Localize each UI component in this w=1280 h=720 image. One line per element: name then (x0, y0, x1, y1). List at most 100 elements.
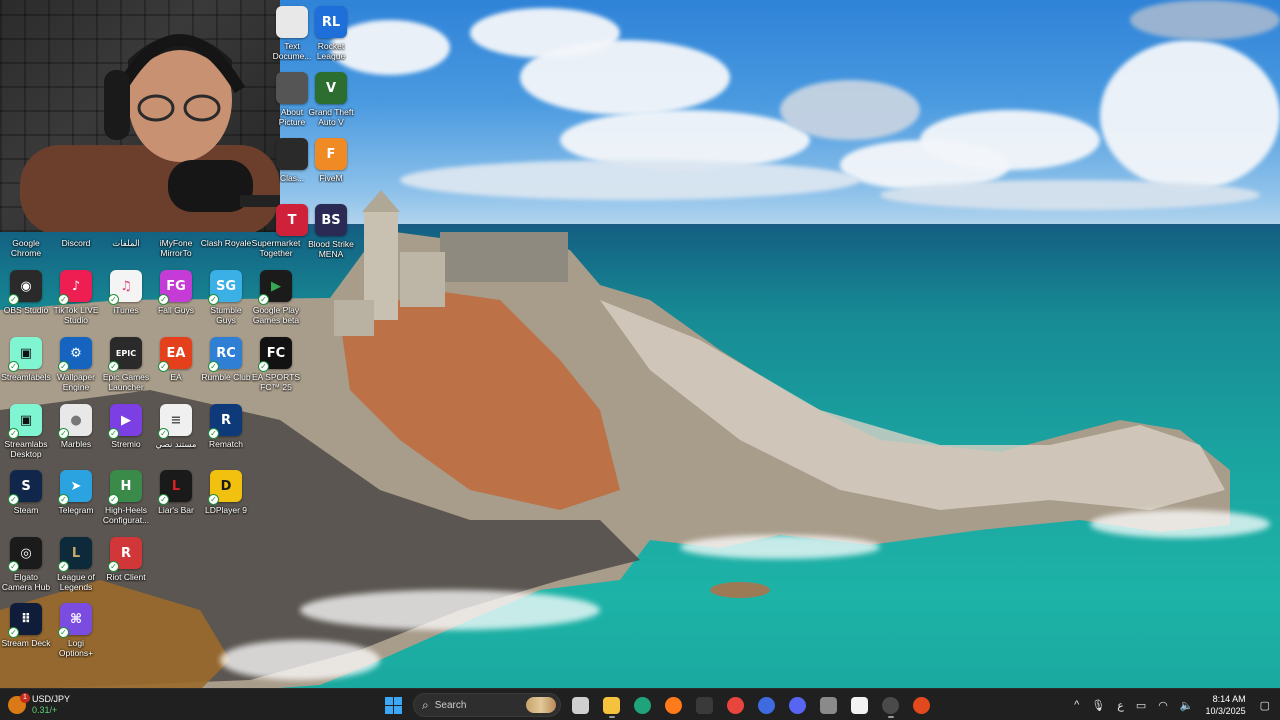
obs-icon (882, 696, 899, 714)
chevron-up-icon[interactable]: ^ (1074, 699, 1079, 711)
sync-check-icon: ✓ (158, 428, 169, 439)
desktop-icon-google-play-games[interactable]: ▶ ✓ Google Play Games beta (250, 270, 302, 334)
sync-check-icon: ✓ (108, 561, 119, 572)
desktop-icon-logi-options[interactable]: ⌘ ✓ Logi Options+ (50, 603, 102, 667)
liars-bar-icon: L ✓ (158, 470, 192, 505)
taskbar-search-box[interactable]: ⌕ Search (413, 693, 561, 717)
desktop-icon-league-of-legends[interactable]: L ✓ League of Legends (50, 537, 102, 601)
taskbar-isp-button[interactable] (754, 692, 780, 718)
streamlabs-desktop-icon: ▣ ✓ (8, 404, 42, 439)
taskbar-discord-button[interactable] (785, 692, 811, 718)
blood-strike-icon: BS (315, 204, 347, 236)
taskbar-chrome-button[interactable] (723, 692, 749, 718)
stream-deck-icon: ⠿ ✓ (8, 603, 42, 638)
sync-check-icon: ✓ (158, 494, 169, 505)
taskbar-file-explorer-button[interactable] (599, 692, 625, 718)
volume-icon[interactable]: 🔈 (1180, 699, 1194, 712)
taskbar-edge-button[interactable] (630, 692, 656, 718)
stremio-glyph: ▶ (121, 412, 131, 428)
search-placeholder: Search (434, 699, 467, 711)
fall-guys-icon: FG ✓ (158, 270, 192, 305)
desktop-icon-blood-strike[interactable]: BS Blood Strike MENA (305, 204, 357, 268)
desktop-icon-gta5[interactable]: V Grand Theft Auto V (305, 72, 357, 136)
start-button[interactable] (381, 692, 407, 718)
ea-sports-fc-icon: FC ✓ (258, 337, 292, 372)
desktop-icon-ea-sports-fc[interactable]: FC ✓ EA SPORTS FC™ 25 (250, 337, 302, 401)
desktop-icon-high-heels[interactable]: H ✓ High-Heels Configurat... (100, 470, 152, 534)
fall-guys-glyph: FG (166, 278, 186, 294)
desktop-icon-stremio[interactable]: ▶ ✓ Stremio (100, 404, 152, 468)
rocket-league-icon: RL (315, 6, 347, 38)
weather-stock-widget[interactable]: 1 USD/JPY 0.31/+ (8, 692, 70, 718)
sync-check-icon: ✓ (158, 361, 169, 372)
firefox-icon (665, 696, 682, 714)
desktop-icon-liars-bar[interactable]: L ✓ Liar's Bar (150, 470, 202, 534)
close-box-icon (820, 696, 837, 714)
hidden-3-icon (276, 138, 308, 170)
clock[interactable]: 8:14 AM 10/3/2025 (1206, 693, 1246, 717)
cloud (920, 110, 1100, 170)
sync-check-icon: ✓ (8, 494, 19, 505)
steam-glyph: S (21, 478, 31, 494)
notification-badge: 1 (20, 693, 30, 703)
notification-icon[interactable]: ▢ (1260, 699, 1270, 712)
telegram-glyph: ➤ (70, 478, 82, 494)
epic-games-icon: EPIC ✓ (108, 337, 142, 372)
desktop-icon-tiktok-live[interactable]: ♪ ✓ TikTok LIVE Studio (50, 270, 102, 334)
desktop-icon-itunes[interactable]: ♫ ✓ iTunes (100, 270, 152, 334)
desktop-icon-steam[interactable]: S ✓ Steam (0, 470, 52, 534)
desktop-icon-label: Google Play Games beta (252, 305, 300, 325)
cloud (1130, 0, 1280, 40)
marbles-icon: ● ✓ (58, 404, 92, 439)
widget-text: USD/JPY 0.31/+ (32, 694, 70, 716)
desktop-icon-epic-games[interactable]: EPIC ✓ Epic Games Launcher (100, 337, 152, 401)
isp-icon (758, 696, 775, 714)
wallpaper-engine-glyph: ⚙ (70, 345, 82, 361)
network-icon[interactable]: ▭ (1136, 699, 1146, 712)
sync-check-icon: ✓ (58, 428, 69, 439)
taskbar: 1 USD/JPY 0.31/+ ⌕ Search ^ 🎙 ع ▭ ◠ 🔈 8:… (0, 688, 1280, 720)
task-view-icon (572, 696, 589, 714)
desktop-icon-marbles[interactable]: ● ✓ Marbles (50, 404, 102, 468)
desktop-icon-rematch[interactable]: R ✓ Rematch (200, 404, 252, 468)
desktop-icon-label: FiveM (319, 173, 343, 183)
desktop-icon-arabic-doc[interactable]: ≡ ✓ مستند نصي (150, 404, 202, 468)
ldplayer-icon: D ✓ (208, 470, 242, 505)
desktop-icon-supermarket[interactable]: Supermarket Together (250, 230, 302, 260)
fivem-glyph: F (326, 146, 336, 162)
gta5-glyph: V (325, 80, 337, 96)
clock-date: 10/3/2025 (1205, 706, 1246, 716)
fivem-icon: F (315, 138, 347, 170)
language-indicator[interactable]: ع (1117, 699, 1124, 712)
taskbar-obs-button[interactable] (878, 692, 904, 718)
taskbar-close-box-button[interactable] (816, 692, 842, 718)
wifi-icon[interactable]: ◠ (1158, 699, 1168, 712)
taskbar-task-view-button[interactable] (568, 692, 594, 718)
taskbar-extra-button[interactable] (909, 692, 935, 718)
desktop-icon-label: Riot Client (106, 572, 146, 582)
desktop-icon-label: Logi Options+ (58, 638, 94, 658)
stream-deck-glyph: ⠿ (20, 611, 32, 627)
desktop-icon-riot-client[interactable]: R ✓ Riot Client (100, 537, 152, 601)
elgato-camera-glyph: ◎ (20, 545, 32, 561)
sync-check-icon: ✓ (208, 361, 219, 372)
gta5-icon: V (315, 72, 347, 104)
streamlabels-glyph: ▣ (19, 345, 33, 361)
riot-client-glyph: R (120, 545, 131, 561)
rocket-league-glyph: RL (321, 14, 341, 30)
cloud (780, 80, 920, 140)
desktop-icon-streamlabs-desktop[interactable]: ▣ ✓ Streamlabs Desktop (0, 404, 52, 468)
desktop-icon-rocket-league[interactable]: RL Rocket League (305, 6, 357, 70)
ea-sports-fc-glyph: FC (266, 345, 286, 361)
obs-studio-icon: ◉ ✓ (8, 270, 42, 305)
running-indicator (887, 716, 894, 718)
desktop-icon-ldplayer[interactable]: D ✓ LDPlayer 9 (200, 470, 252, 534)
desktop-icon-ea[interactable]: EA ✓ EA (150, 337, 202, 401)
microphone-icon[interactable]: 🎙 (1091, 699, 1105, 712)
taskbar-firefox-button[interactable] (661, 692, 687, 718)
taskbar-app-dark-button[interactable] (692, 692, 718, 718)
desktop-icon-fivem[interactable]: F FiveM (305, 138, 357, 202)
taskbar-streamlabs-button[interactable] (847, 692, 873, 718)
streamer-silhouette (20, 34, 280, 232)
high-heels-icon: H ✓ (108, 470, 142, 505)
